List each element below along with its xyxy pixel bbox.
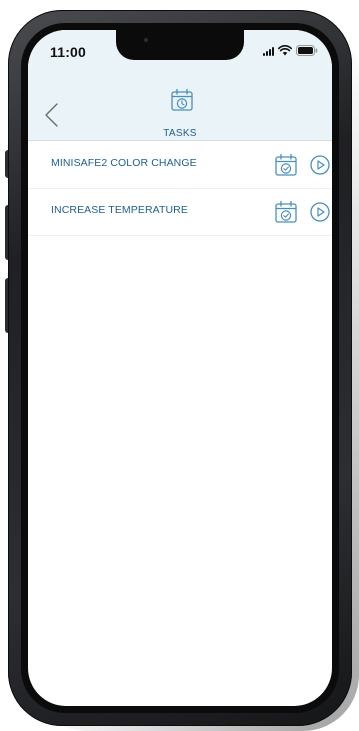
play-circle-icon [310, 155, 330, 175]
play-circle-icon [310, 202, 330, 222]
status-time: 11:00 [50, 44, 87, 60]
signal-icon [263, 46, 274, 56]
camera-notch [116, 30, 244, 60]
status-icons [263, 45, 318, 56]
task-row[interactable]: MINISAFE2 COLOR CHANGE [28, 142, 332, 189]
run-task-button[interactable] [310, 202, 330, 227]
phone-frame: 11:00 TASKS MINISAFE2 COLOR CHANGE INCRE… [8, 10, 352, 726]
phone-bezel: 11:00 TASKS MINISAFE2 COLOR CHANGE INCRE… [21, 23, 339, 713]
task-row[interactable]: INCREASE TEMPERATURE [28, 189, 332, 236]
calendar-check-icon [275, 200, 297, 223]
tasks-header-icon [171, 88, 193, 117]
front-camera [144, 38, 148, 42]
schedule-task-button[interactable] [275, 153, 297, 182]
app-screen: 11:00 TASKS MINISAFE2 COLOR CHANGE INCRE… [28, 30, 332, 706]
page-title: TASKS [163, 128, 197, 139]
app-header: 11:00 TASKS [28, 30, 332, 141]
device-stage: 11:00 TASKS MINISAFE2 COLOR CHANGE INCRE… [0, 0, 359, 731]
run-task-button[interactable] [310, 155, 330, 180]
chevron-left-icon [45, 103, 58, 127]
task-label: MINISAFE2 COLOR CHANGE [51, 157, 197, 169]
wifi-icon [278, 45, 292, 56]
calendar-check-icon [275, 153, 297, 176]
battery-icon [296, 45, 318, 56]
task-label: INCREASE TEMPERATURE [51, 204, 188, 216]
calendar-clock-icon [171, 88, 193, 111]
back-button[interactable] [38, 100, 68, 130]
task-list: MINISAFE2 COLOR CHANGE INCREASE TEMPERAT… [28, 142, 332, 236]
schedule-task-button[interactable] [275, 200, 297, 229]
